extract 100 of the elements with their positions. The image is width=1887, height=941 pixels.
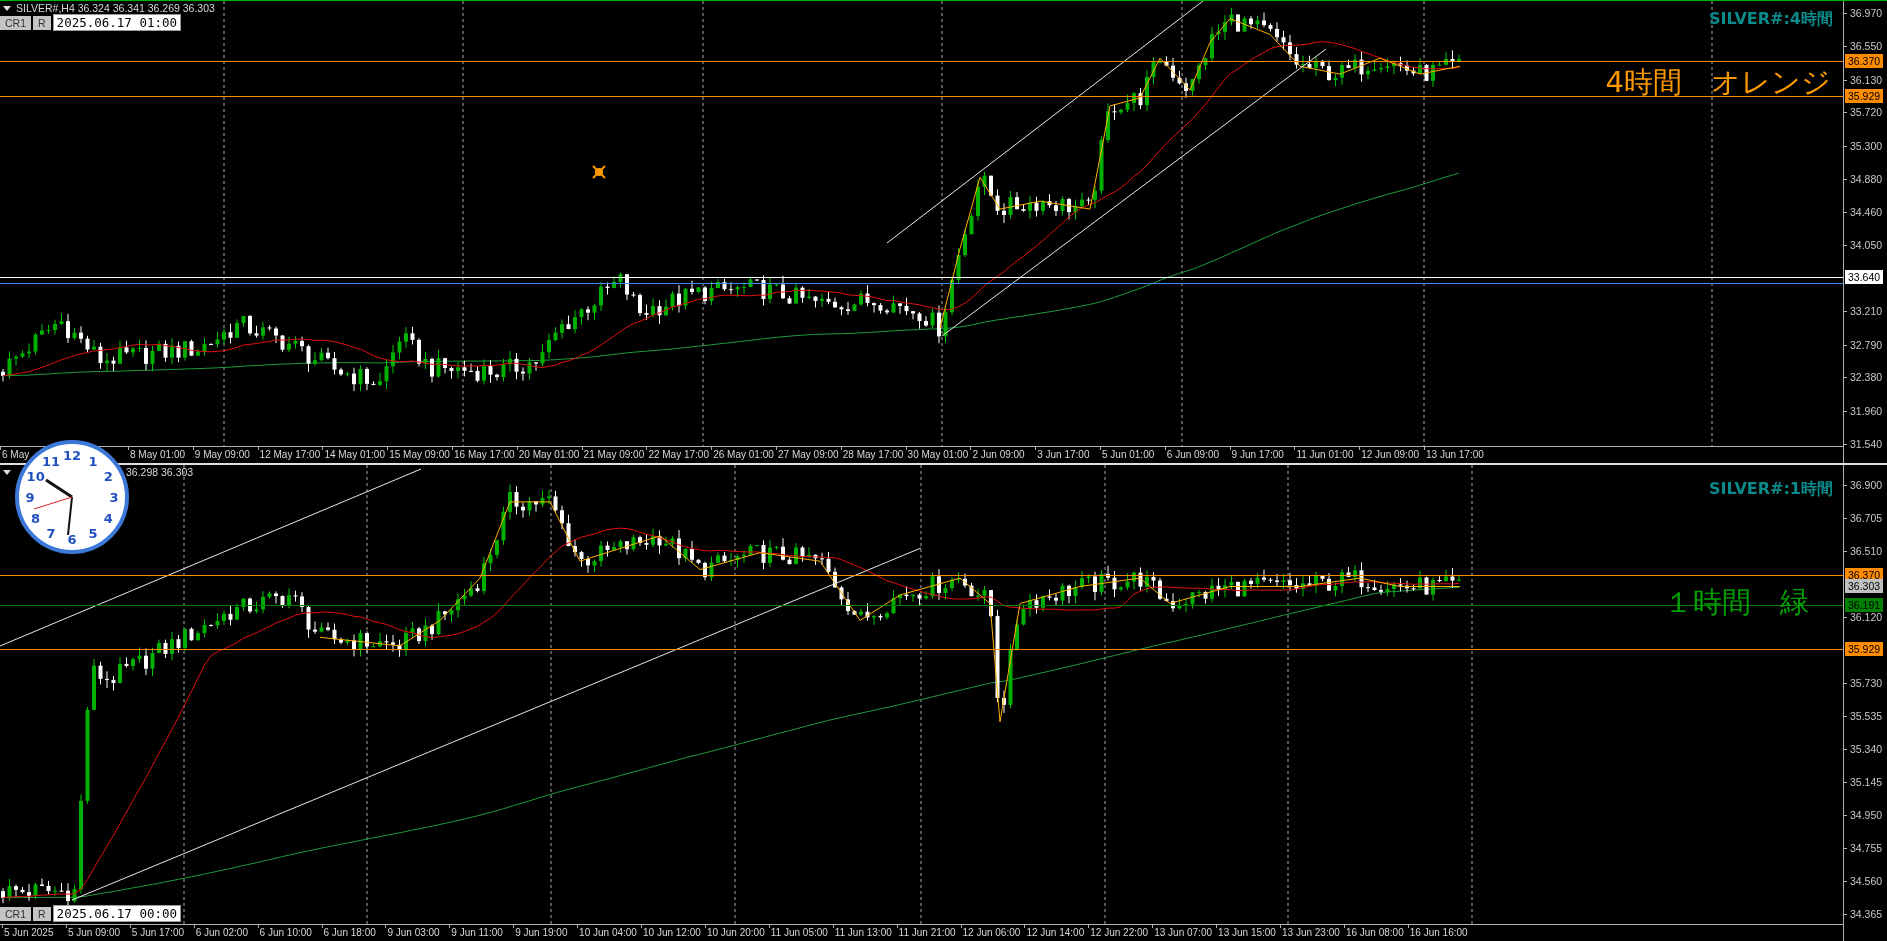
- time-label: 16 Jun 16:00: [1409, 927, 1468, 938]
- price-tick: 36.130: [1850, 72, 1883, 87]
- chart-note: 4時間 オレンジ: [1605, 64, 1831, 101]
- chart-title: SILVER#:1時間: [1708, 479, 1833, 500]
- time-label: 10 Jun 20:00: [706, 927, 765, 938]
- price-tick: 35.730: [1850, 676, 1883, 690]
- time-label: 16 Jun 08:00: [1345, 927, 1404, 938]
- price-label: 33.640: [1845, 270, 1884, 285]
- price-tick: 34.950: [1850, 808, 1883, 822]
- dropdown-triangle-icon[interactable]: [3, 469, 11, 475]
- price-tick: 36.120: [1850, 610, 1883, 624]
- time-label: 6 Jun 18:00: [323, 927, 376, 938]
- price-label: 36.191: [1845, 598, 1884, 612]
- clock-numeral: 3: [109, 490, 119, 505]
- price-tick: 36.705: [1850, 511, 1883, 525]
- price-label: 36.370: [1845, 53, 1884, 68]
- chart-header: 36.298 36.303: [126, 466, 194, 478]
- time-label: 9 Jun 03:00: [387, 927, 440, 938]
- price-tick: 35.535: [1850, 709, 1883, 723]
- time-label: 9 Jun 19:00: [515, 927, 568, 938]
- clock-numeral: 5: [88, 526, 98, 542]
- price-tick: 35.720: [1850, 105, 1883, 120]
- time-label: 9 Jun 11:00: [451, 927, 503, 938]
- clock-numeral: 2: [103, 469, 113, 484]
- price-tick: 34.050: [1850, 237, 1883, 252]
- cross-marker-icon: [592, 165, 606, 179]
- time-label: 5 Jun 09:00: [67, 927, 121, 938]
- time-label: 12 Jun 14:00: [1026, 927, 1085, 938]
- price-tick: 36.900: [1850, 478, 1883, 492]
- time-label: 13 Jun 17:00: [1426, 449, 1484, 460]
- dropdown-triangle-icon[interactable]: [3, 5, 11, 11]
- price-tick: 34.880: [1850, 171, 1883, 186]
- chart-button[interactable]: CR1: [0, 906, 31, 921]
- time-label: 15 May 09:00: [389, 449, 450, 460]
- chart-title: SILVER#:4時間: [1708, 9, 1833, 30]
- time-label: 13 Jun 07:00: [1154, 927, 1212, 938]
- time-label: 6 Jun 09:00: [1166, 449, 1220, 460]
- price-tick: 34.560: [1850, 874, 1883, 888]
- price-tick: 34.460: [1850, 205, 1883, 220]
- price-tick: 36.970: [1850, 6, 1883, 20]
- time-label: 9 May 09:00: [194, 449, 250, 460]
- time-label: 2 Jun 09:00: [972, 449, 1025, 460]
- price-tick: 32.380: [1850, 370, 1883, 385]
- time-label: 12 Jun 06:00: [962, 927, 1021, 938]
- chart-button[interactable]: R: [33, 15, 51, 30]
- chart-button[interactable]: R: [33, 906, 51, 921]
- time-label: 6 Jun 10:00: [259, 927, 312, 938]
- time-label: 27 May 09:00: [778, 449, 839, 460]
- clock-numeral: 12: [62, 448, 82, 463]
- price-tick: 35.300: [1850, 138, 1883, 153]
- price-tick: 32.790: [1850, 337, 1883, 352]
- time-label: 12 Jun 22:00: [1090, 927, 1149, 938]
- time-label: 3 Jun 17:00: [1037, 449, 1090, 460]
- price-tick: 34.365: [1850, 907, 1883, 921]
- time-label: 14 May 01:00: [324, 449, 385, 460]
- time-label: 10 Jun 04:00: [579, 927, 637, 938]
- time-label: 30 May 01:00: [907, 449, 969, 460]
- time-label: 11 Jun 13:00: [834, 927, 892, 938]
- time-label: 16 May 17:00: [454, 449, 515, 460]
- price-tick: 33.210: [1850, 304, 1883, 319]
- time-label: 22 May 17:00: [648, 449, 709, 460]
- time-label: 12 Jun 09:00: [1361, 449, 1419, 460]
- chart-button[interactable]: CR1: [0, 15, 31, 30]
- time-label: 20 May 01:00: [518, 449, 580, 460]
- price-label: 35.929: [1845, 642, 1884, 657]
- price-tick: 36.550: [1850, 39, 1883, 54]
- time-label: 28 May 17:00: [842, 449, 904, 460]
- price-tick: 31.960: [1850, 403, 1883, 418]
- clock-numeral: 8: [31, 511, 41, 526]
- price-tick: 31.540: [1850, 437, 1883, 451]
- time-label: 12 May 17:00: [259, 449, 321, 460]
- clock-numeral: 7: [46, 526, 56, 542]
- clock-numeral: 1: [88, 453, 98, 469]
- time-label: 26 May 01:00: [713, 449, 774, 460]
- date-field[interactable]: 2025.06.17 01:00: [52, 14, 181, 31]
- time-label: 11 Jun 01:00: [1296, 449, 1354, 460]
- time-label: 11 Jun 21:00: [898, 927, 956, 938]
- clock-numeral: 11: [41, 453, 61, 469]
- time-label: 8 May 01:00: [130, 449, 186, 460]
- clock-numeral: 9: [25, 490, 35, 505]
- price-tick: 34.755: [1850, 841, 1883, 855]
- time-label: 10 Jun 12:00: [643, 927, 701, 938]
- date-field[interactable]: 2025.06.17 00:00: [52, 905, 181, 922]
- clock-numeral: 4: [103, 511, 113, 526]
- time-label: 11 Jun 05:00: [770, 927, 828, 938]
- time-label: 6 Jun 02:00: [195, 927, 248, 938]
- time-label: 5 Jun 01:00: [1102, 449, 1155, 460]
- price-tick: 35.145: [1850, 775, 1883, 789]
- time-label: 5 Jun 17:00: [131, 927, 185, 938]
- time-label: 9 Jun 17:00: [1231, 449, 1284, 460]
- time-label: 6 May: [2, 449, 30, 460]
- price-tick: 35.340: [1850, 742, 1883, 756]
- price-label: 35.929: [1845, 88, 1884, 103]
- time-label: 5 Jun 2025: [4, 927, 54, 938]
- price-label: 36.303: [1845, 579, 1884, 593]
- chart-header: SILVER#,H4 36.324 36.341 36.269 36.303: [16, 2, 215, 14]
- time-label: 21 May 09:00: [583, 449, 645, 460]
- time-label: 13 Jun 15:00: [1218, 927, 1276, 938]
- time-label: 13 Jun 23:00: [1282, 927, 1340, 938]
- price-tick: 36.510: [1850, 544, 1883, 558]
